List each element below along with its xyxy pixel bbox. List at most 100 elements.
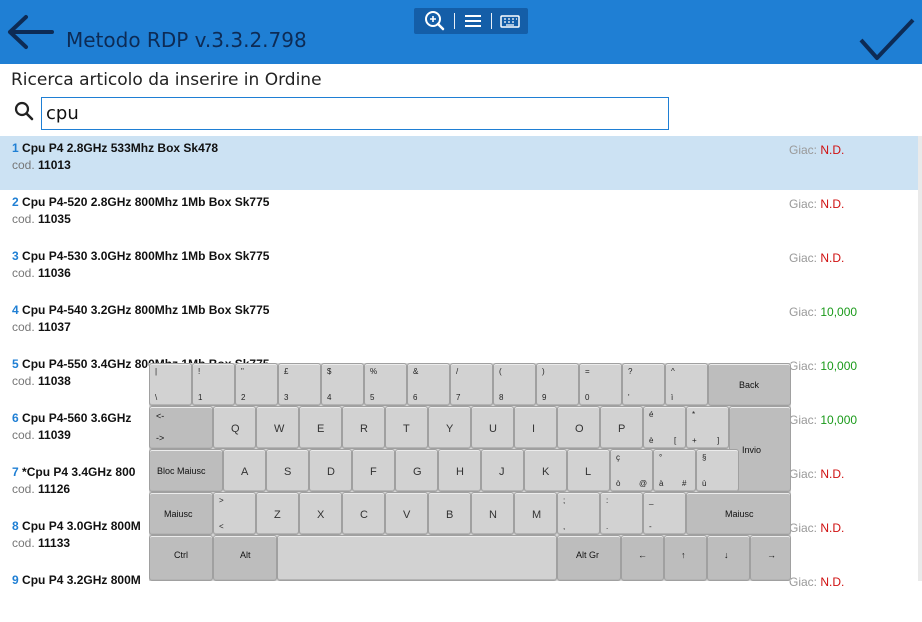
- arrow-left-key[interactable]: ←: [621, 535, 664, 581]
- key-base-label: .: [606, 522, 609, 531]
- key-symbol[interactable]: * +]: [686, 406, 729, 449]
- key-symbol[interactable]: ° à #: [653, 449, 696, 492]
- key-base-label: 4: [327, 393, 332, 402]
- key-symbol[interactable]: ;,: [557, 492, 600, 535]
- app-title: Metodo RDP v.3.3.2.798: [66, 28, 307, 52]
- key-letter[interactable]: W: [256, 406, 299, 449]
- arrow-up-key[interactable]: ↑: [664, 535, 707, 581]
- key-letter[interactable]: A: [223, 449, 266, 492]
- key-letter[interactable]: L: [567, 449, 610, 492]
- caps-lock-key[interactable]: Bloc Maiusc: [149, 449, 223, 492]
- key-letter[interactable]: O: [557, 406, 600, 449]
- list-item[interactable]: 2 Cpu P4-520 2.8GHz 800Mhz 1Mb Box Sk775…: [0, 190, 922, 244]
- key-letter[interactable]: U: [471, 406, 514, 449]
- key-label: Alt Gr: [576, 550, 600, 560]
- left-shift-key[interactable]: Maiusc: [149, 492, 213, 535]
- key-digit[interactable]: ) 9: [536, 363, 579, 406]
- search-input[interactable]: [41, 97, 669, 130]
- zoom-in-icon[interactable]: [418, 8, 452, 34]
- key-base-label: 8: [499, 393, 504, 402]
- key-letter[interactable]: H: [438, 449, 481, 492]
- key-label: →: [767, 550, 776, 560]
- item-number: 9: [12, 573, 19, 587]
- key-letter[interactable]: Z: [256, 492, 299, 535]
- key-digit[interactable]: ^ ì: [665, 363, 708, 406]
- list-item[interactable]: 3 Cpu P4-530 3.0GHz 800Mhz 1Mb Box Sk775…: [0, 244, 922, 298]
- key-shift-label: (: [499, 367, 502, 376]
- key-symbol[interactable]: _ -: [643, 492, 686, 535]
- item-name: Cpu P4-530 3.0GHz 800Mhz 1Mb Box Sk775: [22, 249, 270, 263]
- item-name: Cpu P4-540 3.2GHz 800Mhz 1Mb Box Sk775: [22, 303, 270, 317]
- key-letter[interactable]: R: [342, 406, 385, 449]
- key-letter[interactable]: X: [299, 492, 342, 535]
- toolbar-separator: [491, 13, 492, 29]
- key-base-label: 0: [585, 393, 590, 402]
- key-shift-label: °: [659, 453, 663, 462]
- key-letter[interactable]: J: [481, 449, 524, 492]
- stock-value: 10,000: [820, 359, 858, 373]
- arrow-right-key[interactable]: →: [750, 535, 791, 581]
- key-letter[interactable]: I: [514, 406, 557, 449]
- key-shift-label: &: [413, 367, 419, 376]
- key-label: Maiusc: [725, 509, 754, 519]
- key-letter[interactable]: V: [385, 492, 428, 535]
- key-digit[interactable]: $4: [321, 363, 364, 406]
- list-item[interactable]: 4 Cpu P4-540 3.2GHz 800Mhz 1Mb Box Sk775…: [0, 298, 922, 352]
- key-letter[interactable]: Q: [213, 406, 256, 449]
- key-digit[interactable]: (8: [493, 363, 536, 406]
- confirm-check-icon[interactable]: [855, 18, 915, 64]
- key-digit[interactable]: & 6: [407, 363, 450, 406]
- stock-value: 10,000: [820, 305, 858, 319]
- key-symbol[interactable]: é è [: [643, 406, 686, 449]
- item-stock: Giac: 10,000: [789, 305, 858, 319]
- arrow-down-key[interactable]: ↓: [707, 535, 750, 581]
- key-letter[interactable]: F: [352, 449, 395, 492]
- right-shift-key[interactable]: Maiusc: [686, 492, 791, 535]
- key-digit[interactable]: /7: [450, 363, 493, 406]
- item-stock: Giac: N.D.: [789, 467, 845, 481]
- key-symbol[interactable]: § ù: [696, 449, 739, 492]
- key-letter[interactable]: E: [299, 406, 342, 449]
- key-letter[interactable]: N: [471, 492, 514, 535]
- key-letter[interactable]: G: [395, 449, 438, 492]
- key-symbol[interactable]: :.: [600, 492, 643, 535]
- key-digit[interactable]: | \: [149, 363, 192, 406]
- key-letter[interactable]: M: [514, 492, 557, 535]
- stock-value: N.D.: [820, 197, 845, 211]
- key-symbol[interactable]: ç ò @: [610, 449, 653, 492]
- menu-icon[interactable]: [456, 8, 490, 34]
- item-title: 9 Cpu P4 3.2GHz 800M: [12, 573, 141, 587]
- alt-key[interactable]: Alt: [213, 535, 277, 581]
- key-digit[interactable]: ! 1: [192, 363, 235, 406]
- key-symbol[interactable]: > <: [213, 492, 256, 535]
- key-digit[interactable]: " 2: [235, 363, 278, 406]
- toolbar: [414, 8, 528, 34]
- key-altgr-label: #: [682, 479, 687, 488]
- key-letter[interactable]: P: [600, 406, 643, 449]
- key-letter[interactable]: K: [524, 449, 567, 492]
- key-letter[interactable]: C: [342, 492, 385, 535]
- ctrl-key[interactable]: Ctrl: [149, 535, 213, 581]
- title-bar: Metodo RDP v.3.3.2.798: [0, 0, 922, 64]
- scrollbar[interactable]: [918, 136, 922, 581]
- key-letter[interactable]: Y: [428, 406, 471, 449]
- key-letter[interactable]: B: [428, 492, 471, 535]
- item-title: 8 Cpu P4 3.0GHz 800M: [12, 519, 141, 533]
- key-letter[interactable]: T: [385, 406, 428, 449]
- key-digit[interactable]: ? ': [622, 363, 665, 406]
- key-digit[interactable]: = 0: [579, 363, 622, 406]
- key-base-label: 9: [542, 393, 547, 402]
- list-item[interactable]: 1 Cpu P4 2.8GHz 533Mhz Box Sk478 cod. 110…: [0, 136, 919, 190]
- key-letter[interactable]: D: [309, 449, 352, 492]
- key-altgr-label: @: [639, 479, 648, 488]
- backspace-key[interactable]: Back: [708, 363, 791, 406]
- keyboard-icon[interactable]: [493, 8, 527, 34]
- key-digit[interactable]: £3: [278, 363, 321, 406]
- key-letter[interactable]: S: [266, 449, 309, 492]
- altgr-key[interactable]: Alt Gr: [557, 535, 621, 581]
- key-digit[interactable]: % 5: [364, 363, 407, 406]
- key-base-label: +: [692, 436, 697, 445]
- tab-key[interactable]: <- ->: [149, 406, 213, 449]
- space-key[interactable]: [277, 535, 557, 581]
- back-arrow-icon[interactable]: [6, 14, 56, 50]
